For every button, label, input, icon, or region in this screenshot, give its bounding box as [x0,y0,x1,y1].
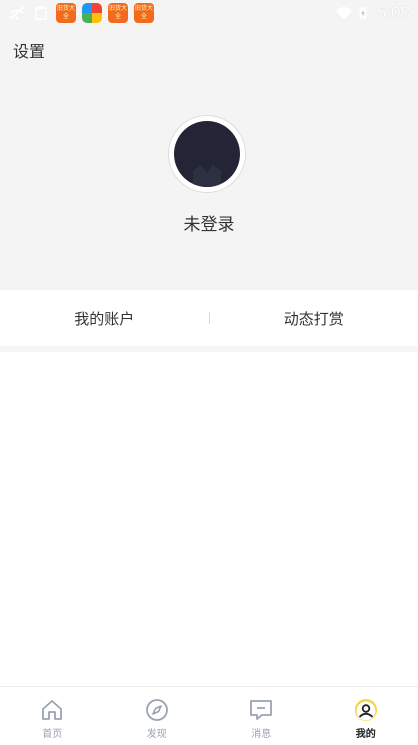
clock: 5:08 [376,3,410,22]
profile-header: 设置 未登录 [0,26,418,290]
status-bar: 旧货大全 旧货大全 旧货大全 5:08 [0,0,418,26]
message-icon [250,700,273,720]
status-bar-left: 旧货大全 旧货大全 旧货大全 [0,3,154,23]
battery-charging-icon [359,7,367,19]
settings-button[interactable]: 设置 [13,38,45,62]
wifi-icon [335,7,352,20]
reward-button[interactable]: 动态打赏 [210,308,418,329]
nav-label-profile: 我的 [355,729,376,740]
app-tile-2 [82,3,102,23]
avatar-figure-icon [193,165,221,187]
bottom-nav: 首页 发现 消息 我的 [0,686,418,745]
nav-item-home[interactable]: 首页 [0,687,105,745]
nav-item-profile[interactable]: 我的 [314,687,418,745]
section-divider [0,346,418,352]
clipboard-icon [35,6,47,20]
nav-label-messages: 消息 [251,729,272,740]
no-signal-icon [9,6,25,20]
my-account-button[interactable]: 我的账户 [0,308,209,329]
app-tile-1: 旧货大全 [56,3,76,23]
avatar[interactable] [168,115,246,193]
login-status[interactable]: 未登录 [0,210,418,235]
app-tile-4: 旧货大全 [134,3,154,23]
profile-icon [354,699,377,721]
nav-label-home: 首页 [42,729,63,740]
avatar-image [174,121,240,187]
compass-icon [145,699,168,721]
nav-item-messages[interactable]: 消息 [209,687,314,745]
status-bar-right: 5:08 [335,0,410,26]
account-action-row: 我的账户 动态打赏 [0,290,418,346]
home-icon [42,700,63,720]
nav-label-discover: 发现 [146,729,167,740]
nav-item-discover[interactable]: 发现 [105,687,210,745]
app-tile-3: 旧货大全 [108,3,128,23]
